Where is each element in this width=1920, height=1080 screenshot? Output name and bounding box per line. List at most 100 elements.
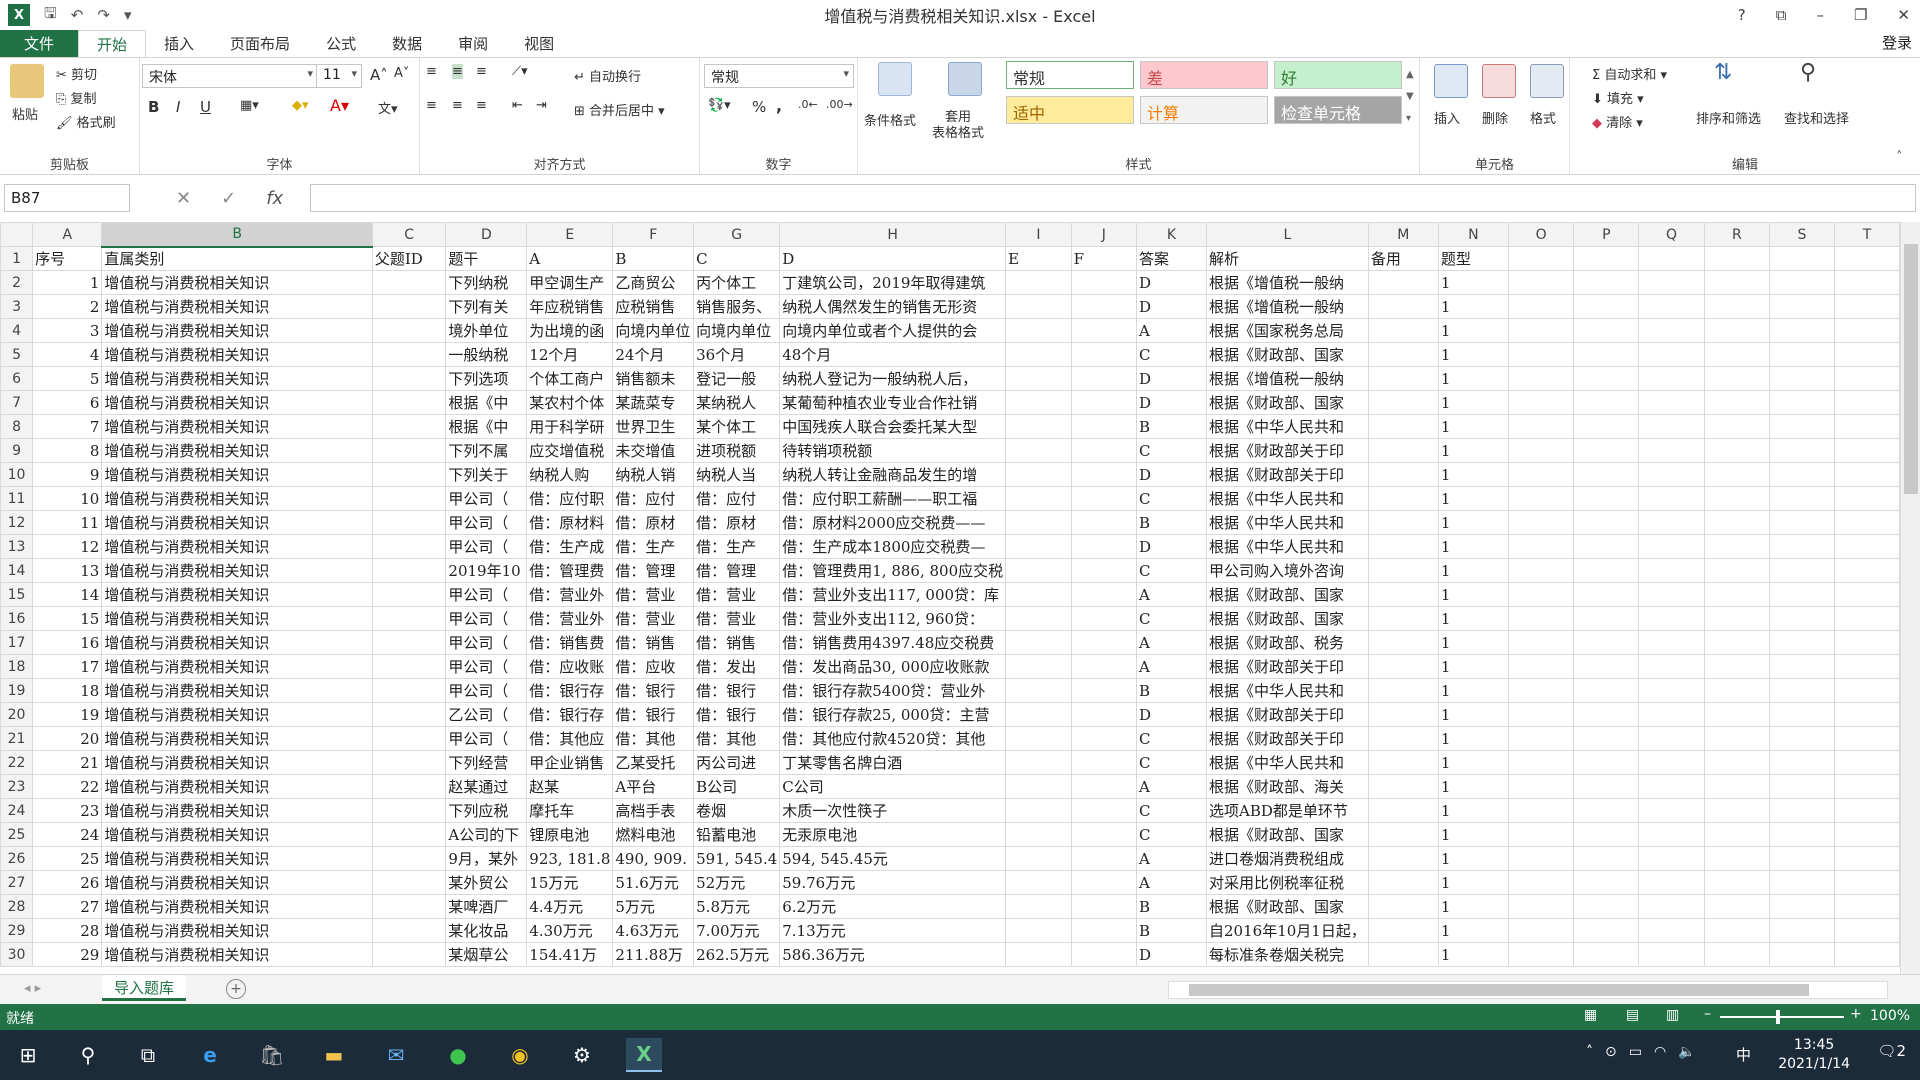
cell[interactable] [371,294,447,319]
cell[interactable] [1768,246,1835,271]
cell[interactable]: C [1135,342,1208,367]
cell[interactable]: 1 [1437,366,1509,391]
cell[interactable]: 1 [32,270,103,295]
row-header[interactable]: 24 [0,798,34,823]
cell[interactable] [1070,582,1137,607]
cell[interactable] [1833,510,1900,535]
cell[interactable]: 根据《中 [445,414,528,439]
cell[interactable]: 销售额未 [612,366,695,391]
cell[interactable]: 销售服务、 [693,294,781,319]
cell[interactable]: C [1135,750,1208,775]
align-center-icon[interactable]: ≡ [452,98,463,113]
cell[interactable] [371,846,447,871]
cell[interactable]: 1 [1437,654,1509,679]
horizontal-scroll-thumb[interactable] [1189,984,1809,996]
align-middle-icon[interactable]: ≡ [452,64,463,79]
cell[interactable] [1070,774,1137,799]
cell[interactable]: 乙某受托 [612,750,695,775]
cell[interactable]: 1 [1437,294,1509,319]
cell[interactable] [1573,294,1640,319]
cell[interactable]: 借：营业 [693,582,781,607]
cell[interactable] [1833,414,1900,439]
column-header[interactable]: N [1437,222,1509,247]
cell[interactable]: 4.63万元 [612,918,695,943]
cell[interactable]: 借：营业外 [526,606,614,631]
cell[interactable]: 增值税与消费税相关知识 [101,390,373,415]
cell[interactable]: 1 [1437,774,1509,799]
cell[interactable]: 某啤酒厂 [445,894,528,919]
cell[interactable]: D [1135,294,1208,319]
cell[interactable] [1703,798,1770,823]
cell[interactable]: C [1135,822,1208,847]
cell[interactable]: 1 [1437,318,1509,343]
cell[interactable]: 增值税与消费税相关知识 [101,270,373,295]
cell[interactable]: 5 [32,366,103,391]
cell[interactable] [1638,534,1705,559]
cell[interactable]: D [1135,534,1208,559]
cell[interactable] [1703,582,1770,607]
cell[interactable] [1703,486,1770,511]
cell[interactable]: 纳税人当 [693,462,781,487]
cell[interactable]: 自2016年10月1日起， [1206,918,1369,943]
cell[interactable] [1768,702,1835,727]
cell[interactable] [1005,726,1072,751]
tab-home[interactable]: 开始 [78,30,147,58]
cell[interactable] [1070,846,1137,871]
cell[interactable] [1367,294,1439,319]
store-icon[interactable]: 🛍 [254,1038,290,1072]
cell[interactable] [1768,510,1835,535]
cell[interactable] [1703,846,1770,871]
cell[interactable]: 7 [32,414,103,439]
cell[interactable] [1768,318,1835,343]
cell[interactable]: 某化妆品 [445,918,528,943]
cell[interactable] [1507,678,1575,703]
tab-insert[interactable]: 插入 [146,30,212,58]
column-header[interactable]: I [1005,222,1072,247]
row-header[interactable]: 5 [0,342,34,367]
cell[interactable]: 根据《中华人民共和 [1206,486,1369,511]
cell[interactable] [1703,606,1770,631]
cell[interactable] [1367,414,1439,439]
cell[interactable] [1573,606,1640,631]
cell[interactable] [1638,774,1705,799]
cell[interactable]: 根据《财政部关于印 [1206,702,1369,727]
conditional-format-icon[interactable] [878,62,912,96]
cell[interactable] [1703,726,1770,751]
decrease-decimal-icon[interactable]: .00→ [826,98,853,111]
cell[interactable]: 根据《国家税务总局 [1206,318,1369,343]
cell[interactable]: 25 [32,846,103,871]
row-header[interactable]: 27 [0,870,34,895]
cell[interactable] [1367,582,1439,607]
cell[interactable]: 借：营业外支出112, 960贷： [779,606,1007,631]
cell[interactable] [1703,678,1770,703]
cell[interactable]: 纳税人销 [612,462,695,487]
cell[interactable]: 下列纳税 [445,270,528,295]
cell[interactable]: 借：应付 [612,486,695,511]
cell[interactable]: 借：营业 [612,606,695,631]
cell[interactable]: 根据《财政部、海关 [1206,774,1369,799]
cell[interactable] [371,726,447,751]
cell[interactable]: 借：其他应 [526,726,614,751]
cell[interactable]: 无汞原电池 [779,822,1007,847]
cell[interactable]: 根据《中 [445,390,528,415]
edge-icon[interactable]: e [192,1038,228,1072]
cell[interactable] [1005,558,1072,583]
cell[interactable] [1703,270,1770,295]
cell[interactable]: D [1135,390,1208,415]
cell[interactable]: 进项税额 [693,438,781,463]
cell[interactable]: 甲公司（ [445,654,528,679]
cell[interactable] [371,870,447,895]
cell[interactable]: 根据《中华人民共和 [1206,510,1369,535]
cell[interactable]: A [1135,654,1208,679]
cell[interactable] [1768,630,1835,655]
row-header[interactable]: 17 [0,630,34,655]
cell[interactable]: 根据《财政部、国家 [1206,390,1369,415]
cell[interactable] [371,270,447,295]
cell[interactable]: A平台 [612,774,695,799]
cell[interactable] [1367,798,1439,823]
cell[interactable] [371,942,447,967]
cell[interactable] [1070,822,1137,847]
cell[interactable] [371,318,447,343]
cell[interactable]: B公司 [693,774,781,799]
cell[interactable] [1768,558,1835,583]
